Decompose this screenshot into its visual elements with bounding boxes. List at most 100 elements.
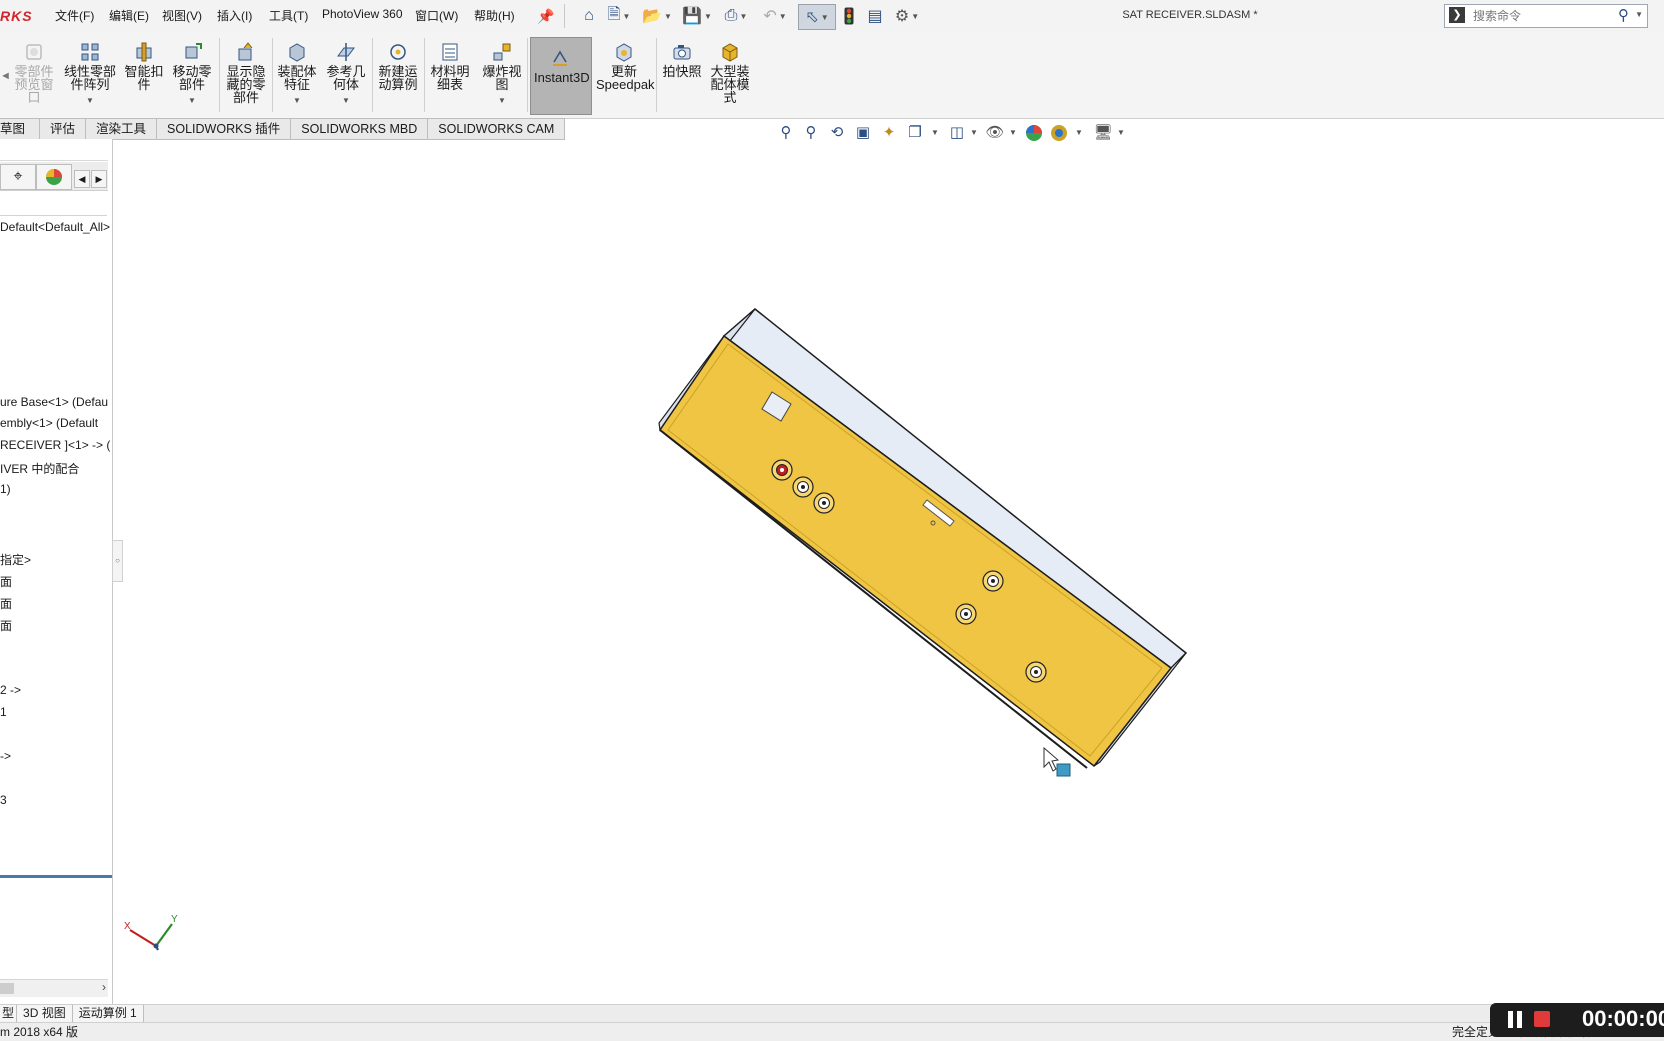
tree-item-base[interactable]: ure Base<1> (Defau xyxy=(0,395,108,409)
move-component-button[interactable]: 移动零 部件 ▼ xyxy=(166,42,218,107)
component-preview-button[interactable]: 零部件 预览窗 口 xyxy=(8,42,60,104)
new-motion-study-button[interactable]: 新建运 动算例 xyxy=(372,42,424,91)
f-connector-2[interactable] xyxy=(955,603,977,625)
tree-item-plane-2[interactable]: 面 xyxy=(0,595,12,612)
f-connector-3[interactable] xyxy=(1025,661,1047,683)
tree-item-ref-2[interactable]: 2 -> xyxy=(0,683,21,697)
rca-connector-3[interactable] xyxy=(813,492,835,514)
home-icon[interactable]: ⌂ xyxy=(578,4,600,28)
tree-item-plane-3[interactable]: 面 xyxy=(0,617,12,634)
panel-scroll-left-icon[interactable]: ◀ xyxy=(74,170,90,188)
linear-pattern-button[interactable]: 线性零部 件阵列 ▼ xyxy=(62,42,118,107)
scrollbar-thumb[interactable] xyxy=(0,983,14,994)
panel-horizontal-scrollbar[interactable]: › xyxy=(0,979,108,997)
move-component-icon xyxy=(182,42,202,62)
version-label: m 2018 x64 版 xyxy=(0,1025,79,1039)
undo-icon[interactable]: ↶ ▼ xyxy=(760,4,790,28)
tree-item-configuration[interactable]: Default<Default_All> xyxy=(0,220,110,234)
pause-icon[interactable] xyxy=(1508,1011,1524,1028)
open-folder-icon[interactable]: 📂 ▼ xyxy=(640,4,674,28)
rca-connector-2[interactable] xyxy=(792,476,814,498)
menu-view[interactable]: 视图(V) xyxy=(162,7,202,24)
tree-item-plane-1[interactable]: 面 xyxy=(0,573,12,590)
assembly-feature-button[interactable]: 装配体 特征 ▼ xyxy=(271,42,323,107)
tab-evaluate[interactable]: 评估 xyxy=(40,118,87,140)
take-snapshot-button[interactable]: 拍快照 xyxy=(656,42,708,78)
exploded-view-dropdown-icon[interactable]: ▼ xyxy=(476,94,528,107)
menu-window[interactable]: 窗口(W) xyxy=(415,7,458,24)
tab-render-tools[interactable]: 渲染工具 xyxy=(86,118,158,140)
tree-item-ref-1[interactable]: 1 xyxy=(0,705,7,719)
move-component-dropdown-icon[interactable]: ▼ xyxy=(166,94,218,107)
stop-record-icon[interactable] xyxy=(1534,1011,1550,1027)
tab-sketch[interactable]: 草图 xyxy=(0,118,41,140)
file-properties-icon[interactable]: ▤ xyxy=(864,4,886,28)
tree-item-ref-3[interactable]: 3 xyxy=(0,793,7,807)
magnifier-icon[interactable]: ⚲ xyxy=(1618,6,1629,24)
tree-item-unspecified[interactable]: 指定> xyxy=(0,551,31,568)
update-speedpak-button[interactable]: 更新 Speedpak xyxy=(596,42,655,91)
print-icon[interactable]: ⎙ ▼ xyxy=(720,4,752,28)
menu-tools[interactable]: 工具(T) xyxy=(269,7,308,24)
menu-edit[interactable]: 编辑(E) xyxy=(109,7,149,24)
large-assembly-mode-button[interactable]: 大型装 配体模 式 xyxy=(704,42,756,104)
model-view[interactable]: X Y xyxy=(113,139,1664,1004)
hide-show-dropdown-icon[interactable]: ▼ xyxy=(1009,128,1017,137)
select-pointer-icon[interactable]: ⬁ ▼ xyxy=(798,4,836,30)
search-input[interactable] xyxy=(1471,7,1615,25)
show-hidden-components-button[interactable]: 显示隐 藏的零 部件 xyxy=(220,42,272,104)
mouse-cursor-icon xyxy=(1043,746,1060,772)
tree-item-mates[interactable]: IVER 中的配合 xyxy=(0,460,79,477)
tab-solidworks-addins[interactable]: SOLIDWORKS 插件 xyxy=(157,118,292,140)
new-document-icon[interactable]: 🗎 ▼ xyxy=(604,4,634,28)
search-commands[interactable]: ❯ ⚲ ▼ xyxy=(1444,4,1648,28)
tab-3d-views[interactable]: 3D 视图 xyxy=(17,1005,73,1022)
bom-icon xyxy=(440,42,460,62)
linear-pattern-dropdown-icon[interactable]: ▼ xyxy=(62,94,118,107)
tab-solidworks-mbd[interactable]: SOLIDWORKS MBD xyxy=(291,118,429,140)
options-gear-icon[interactable]: ⚙ ▼ xyxy=(890,4,924,28)
instant3d-button[interactable]: Instant3D xyxy=(534,48,590,84)
scroll-right-icon[interactable]: › xyxy=(102,980,106,994)
menu-file[interactable]: 文件(F) xyxy=(55,7,94,24)
tab-motion-study-1[interactable]: 运动算例 1 xyxy=(72,1005,144,1022)
tree-item-receiver[interactable]: RECEIVER ]<1> -> ( xyxy=(0,438,110,452)
tree-item-sub[interactable]: 1) xyxy=(0,482,11,496)
reference-geometry-dropdown-icon[interactable]: ▼ xyxy=(320,94,372,107)
tree-item-assembly[interactable]: embly<1> (Default xyxy=(0,416,98,430)
reference-geometry-button[interactable]: 参考几 何体 ▼ xyxy=(320,42,372,107)
new-motion-study-icon xyxy=(388,42,408,62)
traffic-light-icon[interactable] xyxy=(840,4,858,28)
assembly-feature-dropdown-icon[interactable]: ▼ xyxy=(271,94,323,107)
view-settings-dropdown-icon[interactable]: ▼ xyxy=(1117,128,1125,137)
bill-of-materials-button[interactable]: 材料明 细表 xyxy=(424,42,476,91)
reference-geometry-icon xyxy=(336,42,356,62)
menu-photoview[interactable]: PhotoView 360 xyxy=(322,7,403,21)
smart-fastener-button[interactable]: 智能扣 件 xyxy=(118,42,170,91)
receiver-back-panel[interactable] xyxy=(658,334,1173,768)
view-orientation-dropdown-icon[interactable]: ▼ xyxy=(931,128,939,137)
graphics-area[interactable]: X Y xyxy=(113,139,1664,1004)
triad-x-label: X xyxy=(124,921,131,932)
snapshot-icon xyxy=(672,42,692,62)
tab-solidworks-cam[interactable]: SOLIDWORKS CAM xyxy=(428,118,566,140)
pin-icon[interactable]: 📌 xyxy=(536,4,556,28)
tab-display-manager[interactable] xyxy=(36,164,72,190)
panel-scroll-right-icon[interactable]: ▶ xyxy=(91,170,107,188)
tab-configuration-manager[interactable]: ⌖ xyxy=(0,164,36,190)
search-dropdown-icon[interactable]: ▼ xyxy=(1635,10,1643,19)
menu-insert[interactable]: 插入(I) xyxy=(217,7,252,24)
tree-item-ref-arrow[interactable]: -> xyxy=(0,749,11,763)
menu-bar: RKS 文件(F) 编辑(E) 视图(V) 插入(I) 工具(T) PhotoV… xyxy=(0,0,1664,33)
tab-model[interactable]: 型 xyxy=(0,1005,18,1022)
save-icon[interactable]: 💾 ▼ xyxy=(682,4,712,28)
rca-connector-red[interactable] xyxy=(771,459,793,481)
f-connector-1[interactable] xyxy=(982,570,1004,592)
command-search-icon: ❯ xyxy=(1449,7,1465,23)
app-logo: RKS xyxy=(0,8,33,24)
menu-help[interactable]: 帮助(H) xyxy=(474,7,515,24)
display-style-dropdown-icon[interactable]: ▼ xyxy=(970,128,978,137)
exploded-view-button[interactable]: 爆炸视 图 ▼ xyxy=(476,42,528,107)
apply-scene-dropdown-icon[interactable]: ▼ xyxy=(1075,128,1083,137)
tree-filter-field[interactable] xyxy=(0,193,107,216)
